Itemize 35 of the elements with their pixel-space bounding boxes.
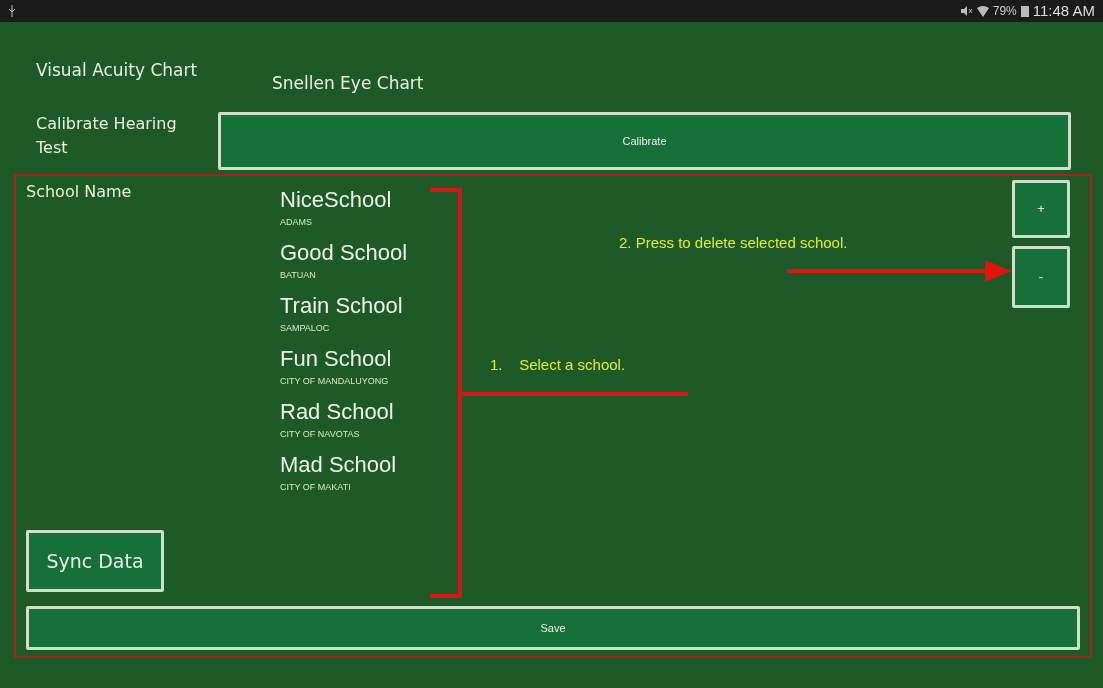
- school-item[interactable]: Good School BATUAN: [280, 239, 408, 292]
- add-button[interactable]: +: [1012, 180, 1070, 238]
- delete-button[interactable]: -: [1012, 246, 1070, 308]
- usb-icon: [8, 5, 16, 17]
- school-item[interactable]: Rad School CITY OF NAVOTAS: [280, 398, 394, 451]
- school-city: CITY OF MAKATI: [280, 481, 352, 494]
- visual-acuity-label: Visual Acuity Chart: [36, 59, 199, 82]
- school-city: BATUAN: [280, 269, 317, 282]
- calibrate-button[interactable]: Calibrate: [218, 112, 1071, 170]
- battery-level: 79%: [992, 3, 1017, 20]
- school-name: Good School: [280, 239, 408, 267]
- school-city: SAMPALOC: [280, 322, 331, 335]
- battery-icon: [1020, 5, 1029, 17]
- wifi-icon: [976, 5, 989, 17]
- school-item[interactable]: Mad School CITY OF MAKATI: [280, 451, 397, 504]
- school-name-label: School Name: [26, 181, 133, 203]
- calibrate-hearing-label: Calibrate Hearing Test: [36, 113, 178, 159]
- school-city: CITY OF MANDALUYONG: [280, 375, 390, 388]
- school-city: CITY OF NAVOTAS: [280, 428, 361, 441]
- school-name: Fun School: [280, 345, 392, 373]
- school-item[interactable]: NiceSchool ADAMS: [280, 186, 392, 239]
- visual-acuity-value: Snellen Eye Chart: [272, 72, 424, 95]
- mute-icon: [959, 6, 973, 16]
- school-item[interactable]: Fun School CITY OF MANDALUYONG: [280, 345, 392, 398]
- sync-data-button[interactable]: Sync Data: [26, 530, 164, 592]
- school-name: Train School: [280, 292, 403, 320]
- annotation-text: 2. Press to delete selected school.: [619, 233, 848, 253]
- school-name: Rad School: [280, 398, 394, 426]
- clock: 11:48 AM: [1032, 0, 1095, 21]
- school-name: NiceSchool: [280, 186, 392, 214]
- save-button[interactable]: Save: [26, 606, 1080, 650]
- annotation-text: 1. Select a school.: [490, 355, 626, 375]
- school-item[interactable]: Train School SAMPALOC: [280, 292, 403, 345]
- school-name: Mad School: [280, 451, 397, 479]
- school-city: ADAMS: [280, 216, 313, 229]
